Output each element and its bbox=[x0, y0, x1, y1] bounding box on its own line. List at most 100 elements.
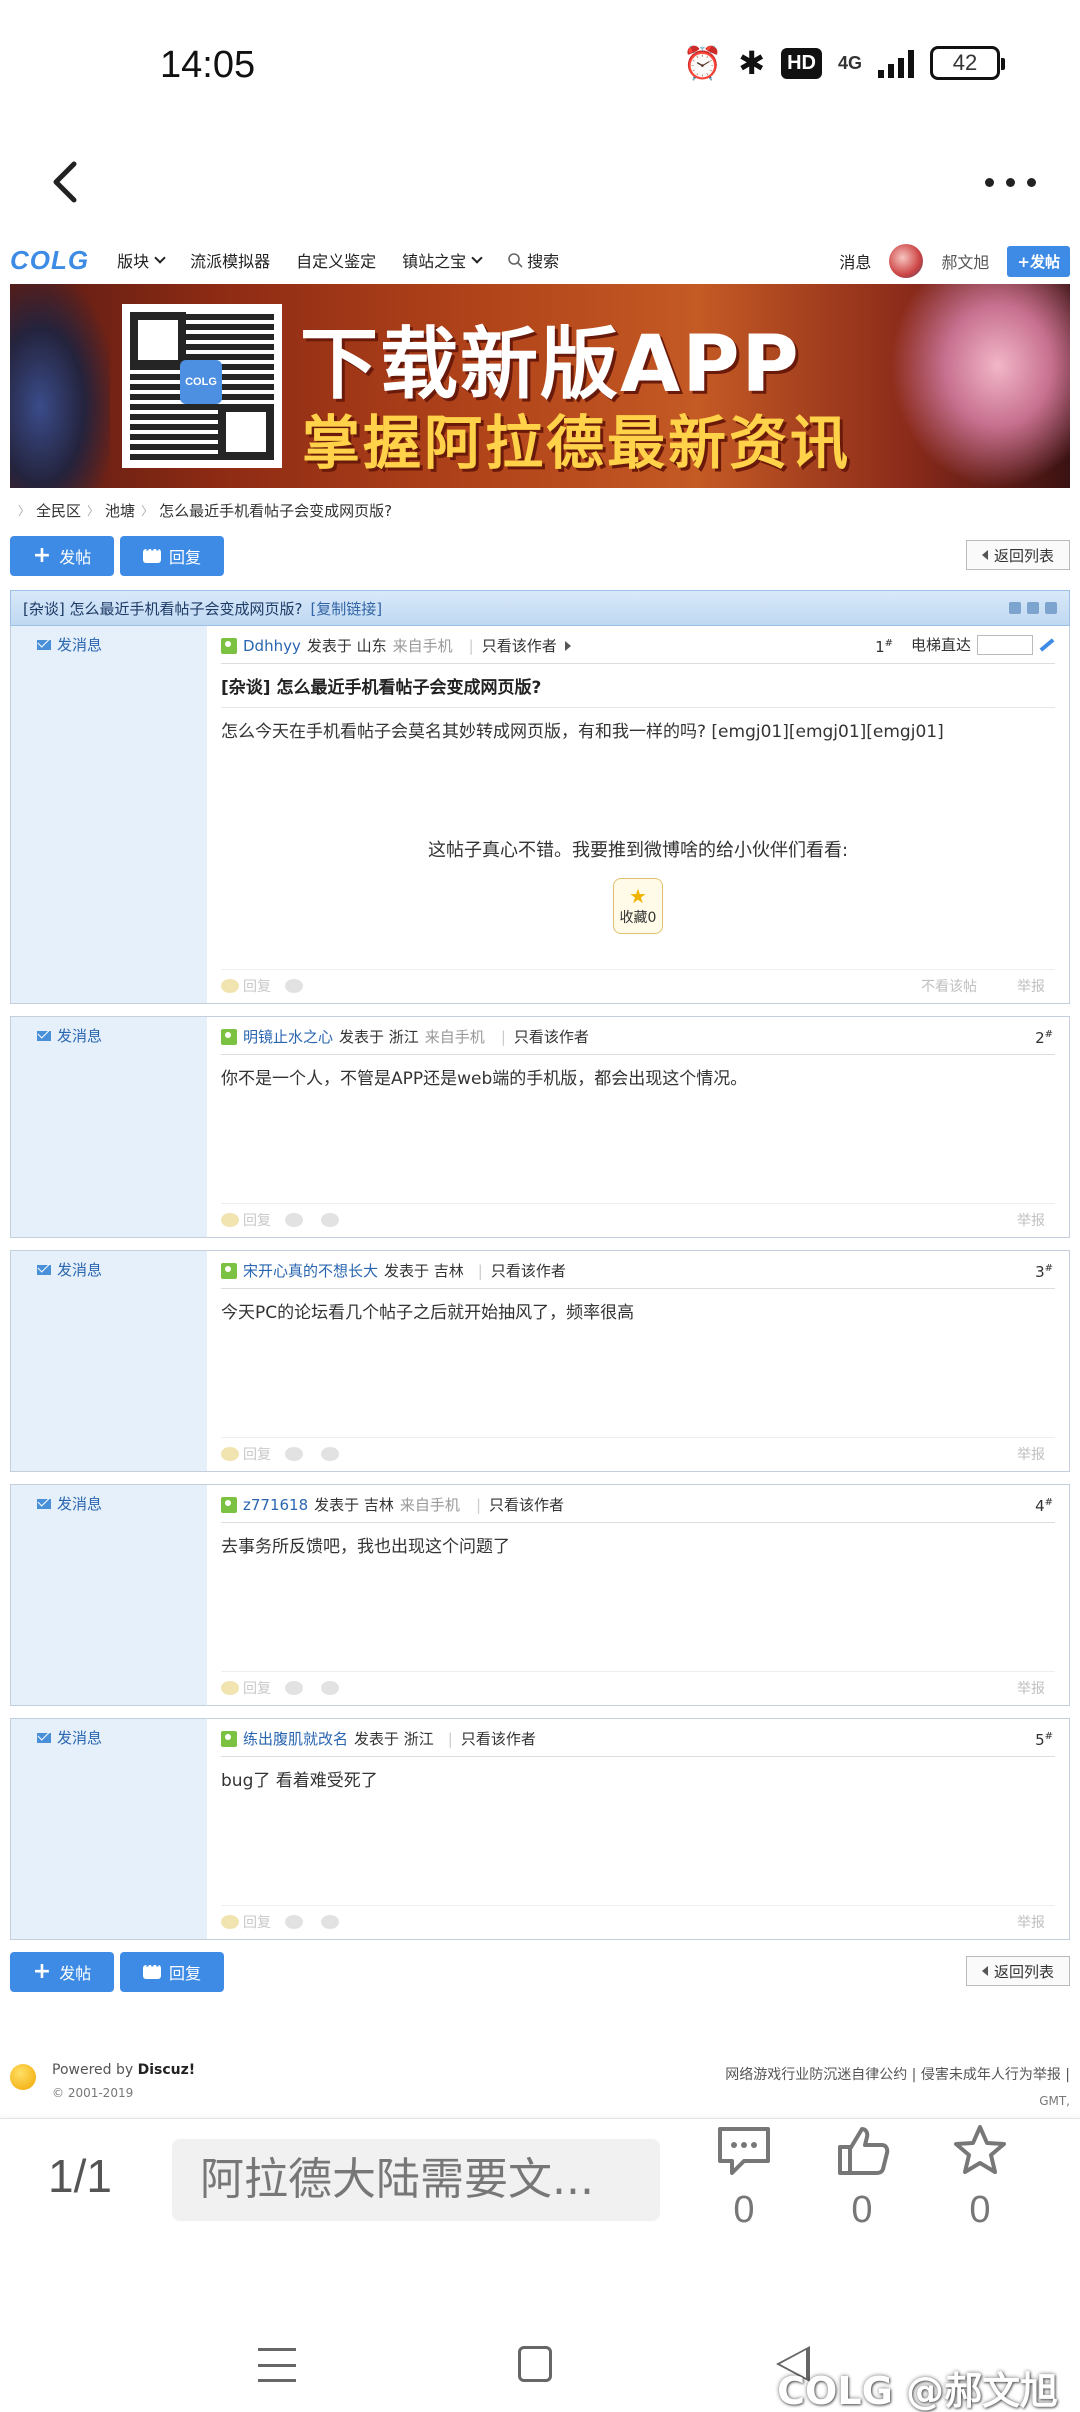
powered-by[interactable]: Powered by Discuz! bbox=[52, 2062, 195, 2078]
watermark: COLG @郝文旭 bbox=[777, 2369, 1058, 2412]
report-link[interactable]: 举报 bbox=[1017, 1912, 1045, 1932]
back-to-list-button[interactable]: 返回列表 bbox=[966, 540, 1070, 570]
like-icon[interactable] bbox=[285, 1680, 303, 1695]
only-author-link[interactable]: 只看该作者 bbox=[461, 1728, 536, 1749]
comment-input[interactable]: 阿拉德大陆需要文... bbox=[172, 2139, 660, 2221]
dislike-icon[interactable] bbox=[321, 1212, 339, 1227]
hd-icon: HD bbox=[781, 47, 822, 79]
like-icon[interactable] bbox=[285, 1914, 303, 1929]
send-message-link[interactable]: 发消息 bbox=[37, 634, 207, 655]
post-footer: 回复 举报 bbox=[221, 1437, 1055, 1463]
post-reply-link[interactable]: 回复 bbox=[243, 976, 271, 996]
nav-item-search[interactable]: 搜索 bbox=[507, 248, 559, 272]
nav-item-build-simulator[interactable]: 流派模拟器 bbox=[190, 248, 270, 272]
post-2: 发消息 明镜止水之心 发表于 浙江 来自手机 | 只看该作者 2# 你不是一个人… bbox=[10, 1016, 1070, 1238]
post-author[interactable]: Ddhhyy bbox=[243, 637, 301, 655]
post-body: 今天PC的论坛看几个帖子之后就开始抽风了，频率很高 bbox=[221, 1303, 635, 1323]
post-button[interactable]: + 发帖 bbox=[10, 1952, 114, 1992]
post-location: 发表于 山东 bbox=[306, 637, 387, 655]
send-message-link[interactable]: 发消息 bbox=[37, 1727, 207, 1748]
app-download-banner[interactable]: COLG 下载新版APP 掌握阿拉德最新资讯 bbox=[10, 284, 1070, 488]
post-location: 发表于 浙江 bbox=[354, 1730, 434, 1748]
only-author-link[interactable]: 只看该作者 bbox=[491, 1260, 566, 1281]
post-author[interactable]: z771618 bbox=[243, 1496, 308, 1514]
dislike-thread-link[interactable]: 不看该帖 bbox=[921, 976, 977, 996]
copy-link[interactable]: [复制链接] bbox=[310, 598, 382, 619]
floor-jump-input[interactable] bbox=[977, 634, 1033, 655]
back-arrow-icon[interactable] bbox=[36, 152, 96, 212]
dislike-icon[interactable] bbox=[321, 1914, 339, 1929]
post-reply-link[interactable]: 回复 bbox=[243, 1444, 271, 1464]
post-button[interactable]: + 发帖 bbox=[10, 536, 114, 576]
nav-item-sections[interactable]: 版块 bbox=[117, 248, 166, 272]
only-author-link[interactable]: 只看该作者 bbox=[489, 1494, 564, 1515]
send-message-link[interactable]: 发消息 bbox=[37, 1025, 207, 1046]
floor-number: 4# bbox=[1035, 1497, 1053, 1515]
comment-icon bbox=[718, 2127, 770, 2175]
more-options-icon[interactable] bbox=[970, 152, 1050, 212]
dislike-icon[interactable] bbox=[321, 1446, 339, 1461]
discuz-bulb-icon bbox=[10, 2064, 36, 2090]
favorite-star-button[interactable]: 0 bbox=[940, 2123, 1020, 2232]
prev-thread-icon[interactable] bbox=[1027, 602, 1039, 614]
send-message-link[interactable]: 发消息 bbox=[37, 1259, 207, 1280]
only-author-link[interactable]: 只看该作者 bbox=[514, 1026, 589, 1047]
like-icon[interactable] bbox=[285, 978, 303, 993]
user-name[interactable]: 郝文旭 bbox=[941, 249, 989, 273]
report-link[interactable]: 举报 bbox=[1017, 1678, 1045, 1698]
web-page: COLG 版块 流派模拟器 自定义鉴定 镇站之宝 搜索 消息 郝文旭 +发帖 C… bbox=[10, 236, 1070, 1996]
recent-apps-icon[interactable] bbox=[258, 2348, 296, 2382]
comment-button[interactable]: 0 bbox=[704, 2123, 784, 2232]
post-reply-link[interactable]: 回复 bbox=[243, 1678, 271, 1698]
like-button[interactable]: 0 bbox=[822, 2123, 902, 2232]
page-indicator[interactable]: 1/1 bbox=[48, 2149, 112, 2203]
post-author[interactable]: 宋开心真的不想长大 bbox=[243, 1260, 378, 1281]
send-message-link[interactable]: 发消息 bbox=[37, 1493, 207, 1514]
bluetooth-icon: ✱ bbox=[738, 44, 766, 82]
reply-button[interactable]: 回复 bbox=[120, 536, 224, 576]
print-icon[interactable] bbox=[1009, 602, 1021, 614]
avatar[interactable] bbox=[889, 244, 924, 278]
dislike-icon[interactable] bbox=[321, 1680, 339, 1695]
like-icon[interactable] bbox=[285, 1446, 303, 1461]
post-reply-link[interactable]: 回复 bbox=[243, 1210, 271, 1230]
thumbs-up-icon bbox=[838, 2127, 890, 2175]
footer-policy-links[interactable]: 网络游戏行业防沉迷自律公约 | 侵害未成年人行为举报 | bbox=[725, 2062, 1070, 2088]
next-thread-icon[interactable] bbox=[1045, 602, 1057, 614]
post-author[interactable]: 明镜止水之心 bbox=[243, 1026, 333, 1047]
share-prompt: 这帖子真心不错。我要推到微博啥的给小伙伴们看看: bbox=[427, 840, 849, 861]
app-bottom-bar: 1/1 阿拉德大陆需要文... 0 0 0 bbox=[0, 2118, 1080, 2248]
comment-count: 0 bbox=[733, 2189, 755, 2231]
messages-link[interactable]: 消息 bbox=[839, 249, 871, 273]
reply-icon bbox=[142, 543, 161, 563]
favorite-button[interactable]: ★ 收藏0 bbox=[613, 878, 663, 934]
footer-links: 网络游戏行业防沉迷自律公约 | 侵害未成年人行为举报 | GMT, bbox=[725, 2062, 1070, 2114]
floor-number: 1# bbox=[875, 638, 893, 656]
status-bar: 14:05 ⏰ ✱ HD 4G 42 bbox=[0, 0, 1080, 130]
like-icon[interactable] bbox=[285, 1212, 303, 1227]
post-new-button[interactable]: +发帖 bbox=[1007, 245, 1070, 277]
report-link[interactable]: 举报 bbox=[1017, 976, 1045, 996]
post-sidebar: 发消息 bbox=[11, 1017, 207, 1237]
battery-icon: 42 bbox=[930, 46, 1005, 80]
nav-item-custom-appraisal[interactable]: 自定义鉴定 bbox=[296, 248, 376, 272]
reply-button[interactable]: 回复 bbox=[120, 1952, 224, 1992]
only-author-link[interactable]: 只看该作者 bbox=[482, 635, 557, 656]
online-status-icon bbox=[221, 1262, 237, 1279]
post-author[interactable]: 练出腹肌就改名 bbox=[243, 1728, 348, 1749]
site-logo[interactable]: COLG bbox=[10, 245, 89, 276]
post-meta: 明镜止水之心 发表于 浙江 来自手机 | 只看该作者 2# bbox=[221, 1019, 1055, 1055]
banner-subtitle: 掌握阿拉德最新资讯 bbox=[302, 409, 852, 477]
go-icon[interactable] bbox=[1039, 637, 1055, 652]
reply-hand-icon bbox=[221, 1914, 239, 1929]
breadcrumb-item[interactable]: 池塘 bbox=[105, 500, 135, 521]
breadcrumb-item[interactable]: 全民区 bbox=[36, 500, 81, 521]
report-link[interactable]: 举报 bbox=[1017, 1444, 1045, 1464]
nav-item-treasures[interactable]: 镇站之宝 bbox=[402, 248, 483, 272]
post-location: 发表于 浙江 bbox=[339, 1028, 419, 1046]
back-to-list-button[interactable]: 返回列表 bbox=[966, 1956, 1070, 1986]
report-link[interactable]: 举报 bbox=[1017, 1210, 1045, 1230]
breadcrumb-item[interactable]: 怎么最近手机看帖子会变成网页版? bbox=[159, 500, 392, 521]
post-reply-link[interactable]: 回复 bbox=[243, 1912, 271, 1932]
home-icon[interactable] bbox=[518, 2346, 552, 2382]
